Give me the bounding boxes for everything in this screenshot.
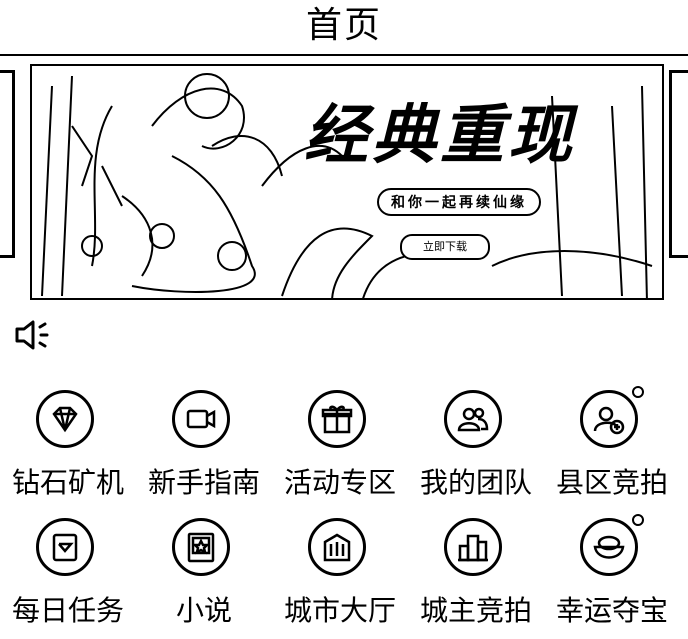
- menu-item-events[interactable]: 活动专区: [272, 382, 408, 508]
- menu-label: 新手指南: [147, 466, 260, 499]
- menu-item-city-lord-auction[interactable]: 城主竞拍: [408, 510, 544, 636]
- menu-item-my-team[interactable]: 我的团队: [408, 382, 544, 508]
- menu-label: 幸运夺宝: [555, 594, 668, 627]
- banner-headline: 经典重现: [304, 98, 576, 173]
- header-bar: 首页: [0, 0, 688, 56]
- banner-download-button[interactable]: 立即下载: [400, 234, 490, 260]
- team-icon: [444, 390, 502, 448]
- menu-label: 县区竞拍: [555, 466, 668, 499]
- menu-item-city-hall[interactable]: 城市大厅: [272, 510, 408, 636]
- treasure-icon: [580, 518, 638, 576]
- menu-item-daily-tasks[interactable]: 每日任务: [0, 510, 136, 636]
- city-lord-icon: [444, 518, 502, 576]
- notification-dot: [632, 386, 644, 398]
- speaker-icon[interactable]: [14, 318, 54, 352]
- banner-carousel[interactable]: 经典重现 和你一起再续仙缘 立即下载: [0, 64, 688, 300]
- menu-label: 小说: [175, 594, 232, 627]
- menu-label: 城主竞拍: [419, 594, 532, 627]
- next-banner-peek[interactable]: [669, 70, 688, 258]
- previous-banner-peek[interactable]: [0, 70, 15, 258]
- city-hall-icon: [308, 518, 366, 576]
- video-guide-icon: [172, 390, 230, 448]
- menu-label: 我的团队: [419, 466, 532, 499]
- banner-tagline: 和你一起再续仙缘: [377, 188, 541, 216]
- notification-dot: [632, 514, 644, 526]
- book-icon: [172, 518, 230, 576]
- add-user-icon: [580, 390, 638, 448]
- menu-item-county-auction[interactable]: 县区竞拍: [544, 382, 680, 508]
- menu-label: 钻石矿机: [11, 466, 124, 499]
- menu-item-novel[interactable]: 小说: [136, 510, 272, 636]
- header-divider: [0, 54, 688, 56]
- menu-label: 活动专区: [283, 466, 396, 499]
- menu-label: 城市大厅: [283, 594, 396, 627]
- task-icon: [36, 518, 94, 576]
- menu-label: 每日任务: [11, 594, 124, 627]
- menu-item-lucky-treasure[interactable]: 幸运夺宝: [544, 510, 680, 636]
- banner-slide[interactable]: 经典重现 和你一起再续仙缘 立即下载: [30, 64, 664, 300]
- gift-icon: [308, 390, 366, 448]
- diamond-mine-icon: [36, 390, 94, 448]
- page-title: 首页: [305, 5, 382, 46]
- menu-item-new-guide[interactable]: 新手指南: [136, 382, 272, 508]
- menu-item-diamond-mine[interactable]: 钻石矿机: [0, 382, 136, 508]
